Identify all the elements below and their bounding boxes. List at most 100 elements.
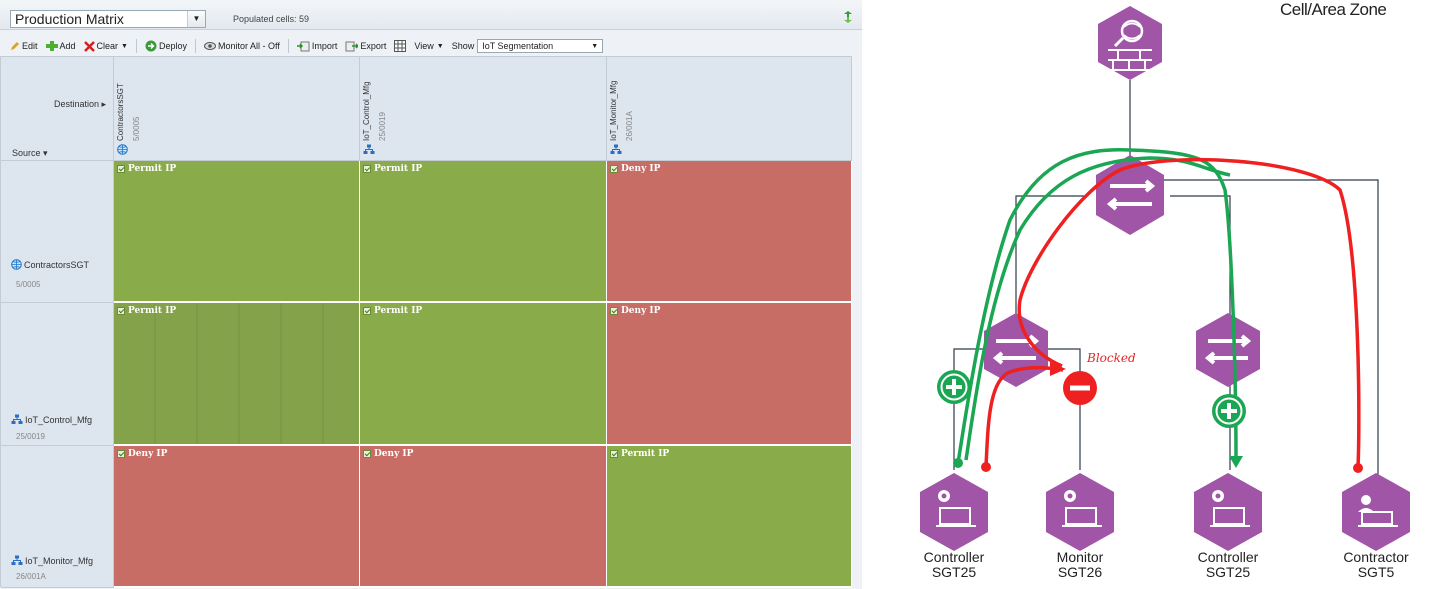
export-button[interactable]: Export <box>345 41 386 52</box>
row-name: IoT_Control_Mfg <box>11 414 92 425</box>
chevron-down-icon: ▼ <box>436 42 444 50</box>
pencil-icon <box>11 42 19 50</box>
topology-canvas <box>920 6 1410 551</box>
export-icon <box>345 41 359 51</box>
flow-origin-dot <box>981 462 991 472</box>
column-sgt-number: 26/001A <box>625 111 634 141</box>
node-label-line1: Controller <box>923 549 985 565</box>
matrix-cell-deny[interactable]: Deny IP <box>114 446 360 588</box>
checkbox-icon <box>117 307 125 315</box>
policy-matrix-window: Production Matrix ▼ Populated cells: 59 … <box>0 0 862 589</box>
plus-icon <box>45 41 58 51</box>
deploy-icon <box>145 40 157 52</box>
permit-plus-icon <box>937 370 971 404</box>
export-label: Export <box>360 41 387 51</box>
controller-icon <box>920 473 988 551</box>
source-axis-label[interactable]: Source ▾ <box>12 148 48 159</box>
chevron-down-icon: ▼ <box>591 42 599 50</box>
row-name: ContractorsSGT <box>11 259 89 270</box>
view-button[interactable]: View ▼ <box>394 40 444 52</box>
row-name-text: ContractorsSGT <box>24 259 90 270</box>
import-button[interactable]: Import <box>296 41 338 52</box>
cell-policy-text: Deny IP <box>621 164 661 174</box>
show-segmentation-select[interactable]: IoT Segmentation ▼ <box>477 39 604 53</box>
matrix-toolbar: Edit Add Clear ▼ Deploy Monitor All - Of… <box>0 35 862 57</box>
cell-policy-text: Permit IP <box>374 164 423 174</box>
toolbar-divider <box>287 39 289 53</box>
column-header-iot-control-mfg[interactable]: IoT_Control_Mfg 25/0019 <box>360 57 607 161</box>
blocked-annotation: Blocked <box>1087 351 1136 365</box>
cell-status: Permit IP <box>117 164 176 174</box>
globe-icon <box>117 144 128 155</box>
matrix-cell-permit-selected[interactable]: Permit IP <box>114 303 360 446</box>
cell-policy-text: Permit IP <box>128 164 177 174</box>
deploy-label: Deploy <box>158 41 187 51</box>
import-icon <box>296 41 310 51</box>
matrix-cell-permit[interactable]: Permit IP <box>114 161 360 303</box>
populated-cells-count: Populated cells: 59 <box>233 14 310 24</box>
clear-label: Clear <box>96 41 119 51</box>
matrix-selector[interactable]: Production Matrix ▼ <box>10 10 206 28</box>
cell-policy-text: Permit IP <box>128 306 177 316</box>
matrix-cell-deny[interactable]: Deny IP <box>607 303 852 446</box>
refresh-icon[interactable] <box>841 10 855 24</box>
column-sgt-number: 25/0019 <box>378 112 387 141</box>
node-label-line2: SGT26 <box>1057 564 1103 580</box>
matrix-cell-permit[interactable]: Permit IP <box>360 161 607 303</box>
monitor-all-button[interactable]: Monitor All - Off <box>204 41 280 51</box>
cell-status: Permit IP <box>610 449 669 459</box>
cell-area-zone-diagram: Cell/Area Zone Blocked Controller SGT25 … <box>870 0 1448 589</box>
cell-status: Deny IP <box>117 449 167 459</box>
row-name: IoT_Monitor_Mfg <box>11 555 93 566</box>
permit-plus-icon <box>1212 394 1246 428</box>
diagram-title: Cell/Area Zone <box>1280 0 1387 19</box>
node-label-controller-2: Controller SGT25 <box>1198 550 1259 580</box>
matrix-cell-deny[interactable]: Deny IP <box>607 161 852 303</box>
cell-status: Deny IP <box>610 306 660 316</box>
row-sgt-number: 26/001A <box>16 572 46 581</box>
matrix-cell-permit[interactable]: Permit IP <box>360 303 607 446</box>
column-header-contractorssgt[interactable]: ContractorsSGT 5/0005 <box>114 57 360 161</box>
row-name-text: IoT_Monitor_Mfg <box>25 555 94 566</box>
cell-policy-text: Deny IP <box>128 449 168 459</box>
add-button[interactable]: Add <box>45 41 76 51</box>
import-label: Import <box>311 41 338 51</box>
row-header-iot-monitor-mfg[interactable]: IoT_Monitor_Mfg 26/001A <box>1 446 114 588</box>
monitor-icon <box>1046 473 1114 551</box>
checkbox-icon <box>117 450 125 458</box>
checkbox-icon <box>610 450 618 458</box>
cell-status: Deny IP <box>363 449 413 459</box>
right-switch-icon <box>1196 313 1260 387</box>
matrix-cell-permit[interactable]: Permit IP <box>607 446 852 588</box>
node-label-line1: Contractor <box>1343 549 1409 565</box>
firewall-icon <box>1098 6 1162 80</box>
toolbar-divider <box>195 39 196 53</box>
contractor-icon <box>1342 473 1410 551</box>
row-name-text: IoT_Control_Mfg <box>25 414 93 425</box>
row-sgt-number: 5/0005 <box>16 280 41 289</box>
matrix-title-bar: Production Matrix ▼ Populated cells: 59 <box>0 0 862 30</box>
destination-axis-label[interactable]: Destination ▸ <box>54 99 106 110</box>
matrix-cell-deny[interactable]: Deny IP <box>360 446 607 588</box>
deploy-button[interactable]: Deploy <box>145 40 187 52</box>
checkbox-icon <box>117 165 125 173</box>
clear-button[interactable]: Clear ▼ <box>83 40 128 52</box>
cell-policy-text: Deny IP <box>374 449 414 459</box>
checkbox-icon <box>610 165 618 173</box>
flow-origin-dot <box>953 458 963 468</box>
edit-button[interactable]: Edit <box>10 41 38 51</box>
network-icon <box>11 414 23 424</box>
dropdown-arrow-icon[interactable]: ▼ <box>187 11 205 27</box>
row-sgt-number: 25/0019 <box>16 432 45 441</box>
column-name: IoT_Control_Mfg <box>362 81 371 141</box>
row-header-iot-control-mfg[interactable]: IoT_Control_Mfg 25/0019 <box>1 303 114 446</box>
matrix-corner: Destination ▸ Source ▾ <box>1 57 114 161</box>
cell-status: Deny IP <box>610 164 660 174</box>
column-sgt-number: 5/0005 <box>132 116 141 141</box>
column-header-iot-monitor-mfg[interactable]: IoT_Monitor_Mfg 26/001A <box>607 57 852 161</box>
globe-icon <box>11 259 22 270</box>
checkbox-icon <box>363 450 371 458</box>
show-label: Show <box>451 41 475 51</box>
row-header-contractorssgt[interactable]: ContractorsSGT 5/0005 <box>1 161 114 303</box>
checkbox-icon <box>610 307 618 315</box>
